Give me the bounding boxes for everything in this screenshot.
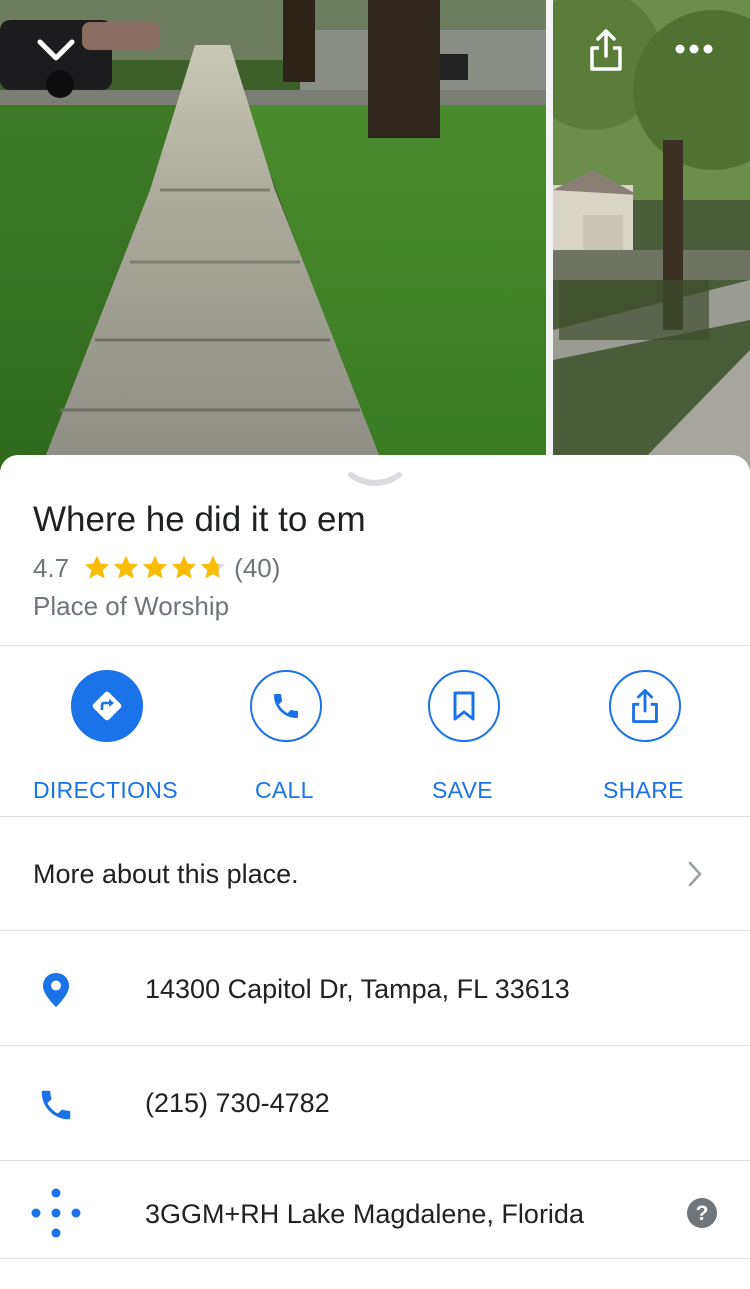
save-circle: [428, 670, 500, 742]
directions-label: DIRECTIONS: [33, 777, 178, 803]
chevron-right-icon: [680, 857, 710, 891]
call-label: CALL: [255, 777, 314, 803]
more-about-label: More about this place.: [33, 859, 299, 889]
more-about-row[interactable]: More about this place.: [0, 817, 750, 931]
sheet-drag-handle[interactable]: [347, 469, 403, 489]
star-icon: [201, 555, 226, 579]
star-icon: [143, 555, 168, 579]
place-details-sheet: Where he did it to em 4.7 (40) Place of …: [0, 455, 750, 1289]
call-circle: [250, 670, 322, 742]
review-count: (40): [234, 552, 281, 583]
share-photo-button[interactable]: [580, 22, 632, 78]
more-options-button[interactable]: [664, 26, 724, 72]
star-icon: [172, 555, 197, 579]
phone-text: (215) 730-4782: [145, 1088, 330, 1118]
address-text: 14300 Capitol Dr, Tampa, FL 33613: [145, 974, 570, 1004]
rating-stars: [83, 554, 228, 582]
phone-icon: [274, 694, 298, 718]
star-icon: [85, 555, 110, 579]
collapse-button[interactable]: [30, 28, 82, 72]
divider: [0, 645, 750, 646]
photo-separator: [546, 0, 553, 470]
help-icon[interactable]: ?: [686, 1197, 718, 1229]
directions-icon: [92, 691, 122, 721]
directions-circle: [71, 670, 143, 742]
more-horizontal-icon: [675, 44, 713, 54]
share-circle: [609, 670, 681, 742]
divider: [0, 1258, 750, 1259]
call-button[interactable]: CALL: [250, 670, 410, 803]
save-label: SAVE: [432, 777, 493, 803]
place-title: Where he did it to em: [33, 500, 366, 539]
plus-code-text: 3GGM+RH Lake Magdalene, Florida: [145, 1199, 584, 1229]
plus-code-icon: [30, 1187, 82, 1239]
phone-row[interactable]: (215) 730-4782: [0, 1046, 750, 1160]
share-label: SHARE: [603, 777, 684, 803]
rating-row[interactable]: 4.7 (40): [33, 551, 280, 585]
save-button[interactable]: SAVE: [428, 670, 588, 803]
address-row[interactable]: 14300 Capitol Dr, Tampa, FL 33613: [0, 931, 750, 1045]
photo-strip[interactable]: [0, 0, 750, 470]
bookmark-icon: [453, 691, 475, 721]
location-pin-icon: [38, 971, 74, 1009]
place-category: Place of Worship: [33, 591, 230, 621]
svg-text:?: ?: [696, 1202, 709, 1225]
share-icon: [632, 689, 658, 723]
share-icon: [590, 29, 622, 71]
directions-button[interactable]: DIRECTIONS: [33, 670, 193, 803]
chevron-down-icon: [37, 39, 75, 61]
rating-value: 4.7: [33, 552, 70, 583]
phone-icon: [36, 1086, 76, 1124]
star-icon: [114, 555, 139, 579]
drag-handle-icon: [348, 472, 402, 486]
share-button[interactable]: SHARE: [603, 670, 750, 803]
